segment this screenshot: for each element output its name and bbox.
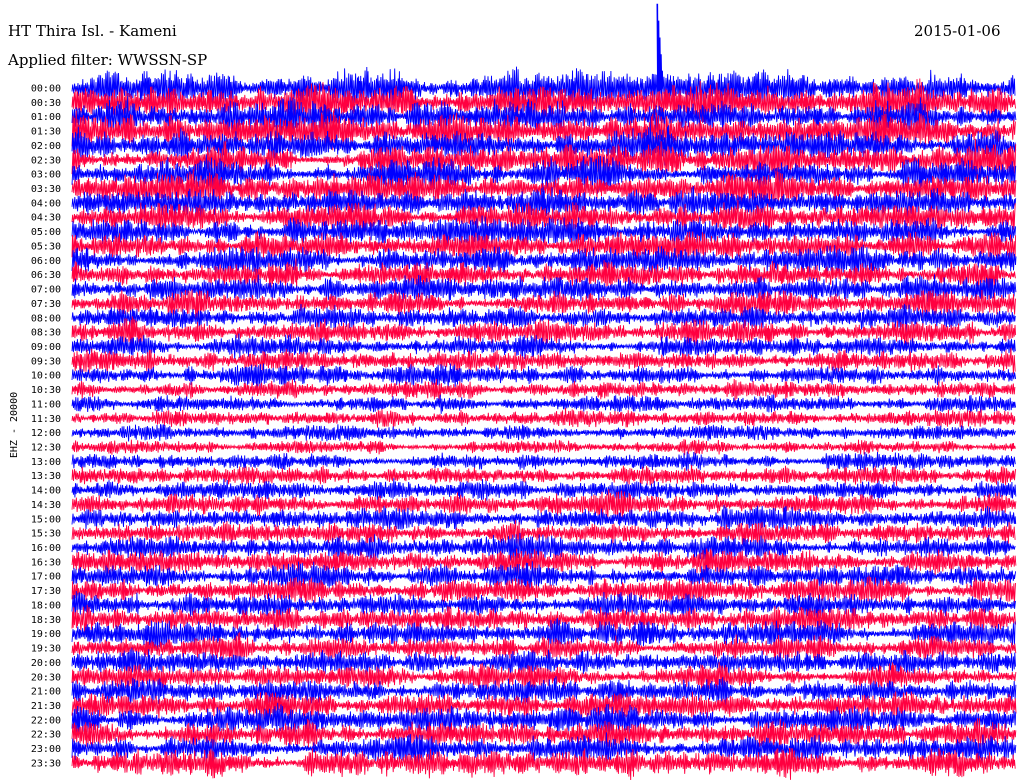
row-time-label: 05:30 — [31, 241, 61, 252]
row-time-label: 18:00 — [31, 600, 61, 611]
row-time-label: 11:00 — [31, 399, 61, 410]
row-time-label: 01:00 — [31, 112, 61, 123]
row-time-label: 17:00 — [31, 572, 61, 583]
row-time-label: 00:00 — [31, 84, 61, 95]
row-time-label: 21:30 — [31, 701, 61, 712]
helicorder-plot: 00:00 00:30 01:00 01:30 02:00 02:30 03:00 03:30… — [0, 0, 1024, 780]
row-time-label: 18:30 — [31, 615, 61, 626]
row-time-label: 20:30 — [31, 672, 61, 683]
row-time-label: 03:30 — [31, 184, 61, 195]
row-time-label: 03:00 — [31, 170, 61, 181]
row-time-label: 14:00 — [31, 486, 61, 497]
row-time-label: 02:30 — [31, 155, 61, 166]
row-time-label: 23:30 — [31, 758, 61, 769]
row-time-label: 23:00 — [31, 744, 61, 755]
row-time-label: 11:30 — [31, 414, 61, 425]
row-time-label: 10:00 — [31, 371, 61, 382]
row-time-label: 14:30 — [31, 500, 61, 511]
row-time-label: 20:00 — [31, 658, 61, 669]
row-time-label: 08:30 — [31, 328, 61, 339]
row-time-label: 12:00 — [31, 428, 61, 439]
row-time-label: 10:30 — [31, 385, 61, 396]
row-time-label: 19:30 — [31, 644, 61, 655]
row-time-label: 04:00 — [31, 198, 61, 209]
row-time-label: 08:00 — [31, 313, 61, 324]
row-time-label: 06:30 — [31, 270, 61, 281]
row-time-label: 05:00 — [31, 227, 61, 238]
filter-label: Applied filter: WWSSN-SP — [7, 51, 207, 69]
channel-label: EHZ - 20000 — [9, 392, 20, 458]
row-time-label: 21:00 — [31, 687, 61, 698]
row-time-label: 22:00 — [31, 715, 61, 726]
row-time-label: 12:30 — [31, 443, 61, 454]
row-time-label: 13:00 — [31, 457, 61, 468]
row-time-label: 19:00 — [31, 629, 61, 640]
row-time-label: 00:30 — [31, 98, 61, 109]
row-time-label: 07:00 — [31, 285, 61, 296]
row-time-label: 04:30 — [31, 213, 61, 224]
row-time-label: 06:00 — [31, 256, 61, 267]
row-time-label: 17:30 — [31, 586, 61, 597]
row-time-label: 07:30 — [31, 299, 61, 310]
row-time-label: 16:30 — [31, 557, 61, 568]
row-time-label: 09:00 — [31, 342, 61, 353]
station-title: HT Thira Isl. - Kameni — [8, 22, 177, 40]
row-time-label: 15:30 — [31, 529, 61, 540]
row-time-label: 16:00 — [31, 543, 61, 554]
date-label: 2015-01-06 — [914, 22, 1000, 40]
row-time-label: 09:30 — [31, 356, 61, 367]
row-time-label: 15:00 — [31, 514, 61, 525]
row-time-label: 02:00 — [31, 141, 61, 152]
row-time-label: 13:30 — [31, 471, 61, 482]
row-time-label: 22:30 — [31, 730, 61, 741]
row-time-label: 01:30 — [31, 127, 61, 138]
